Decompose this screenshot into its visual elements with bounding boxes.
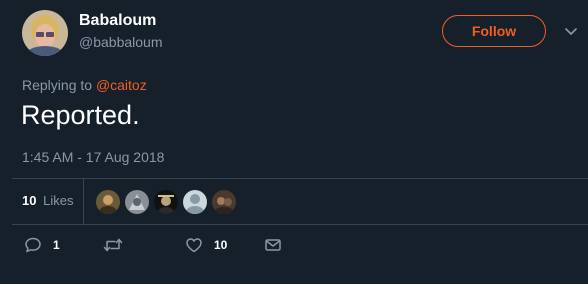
- reply-button[interactable]: 1: [24, 236, 60, 254]
- avatar[interactable]: [22, 10, 68, 56]
- likers-avatars: [96, 190, 241, 214]
- user-handle[interactable]: @babbaloum: [79, 34, 163, 50]
- caret-down-icon[interactable]: [563, 24, 579, 40]
- mention-link[interactable]: @caitoz: [96, 77, 147, 93]
- replying-prefix: Replying to: [22, 77, 93, 93]
- divider: [12, 178, 588, 179]
- reply-icon: [25, 237, 41, 253]
- reply-count: 1: [53, 238, 60, 252]
- follow-button[interactable]: Follow: [442, 15, 546, 47]
- divider: [12, 224, 588, 225]
- likes-label: Likes: [43, 193, 74, 208]
- direct-message-button[interactable]: [264, 236, 282, 254]
- liker-avatar[interactable]: [125, 190, 149, 214]
- replying-to: Replying to @caitoz: [22, 77, 147, 93]
- message-icon: [265, 239, 281, 251]
- retweet-button[interactable]: [103, 236, 134, 254]
- liker-avatar[interactable]: [183, 190, 207, 214]
- liker-avatar[interactable]: [212, 190, 236, 214]
- retweet-icon: [103, 238, 123, 252]
- divider: [83, 178, 84, 224]
- likes-stat[interactable]: 10 Likes: [22, 193, 73, 208]
- tweet-timestamp[interactable]: 1:45 AM - 17 Aug 2018: [22, 149, 164, 165]
- like-count: 10: [214, 238, 228, 252]
- like-button[interactable]: 10: [185, 236, 227, 254]
- tweet-text: Reported.: [21, 100, 140, 130]
- display-name[interactable]: Babaloum: [79, 12, 156, 30]
- liker-avatar[interactable]: [154, 190, 178, 214]
- liker-avatar[interactable]: [96, 190, 120, 214]
- likes-count: 10: [22, 193, 37, 208]
- heart-icon: [186, 238, 202, 253]
